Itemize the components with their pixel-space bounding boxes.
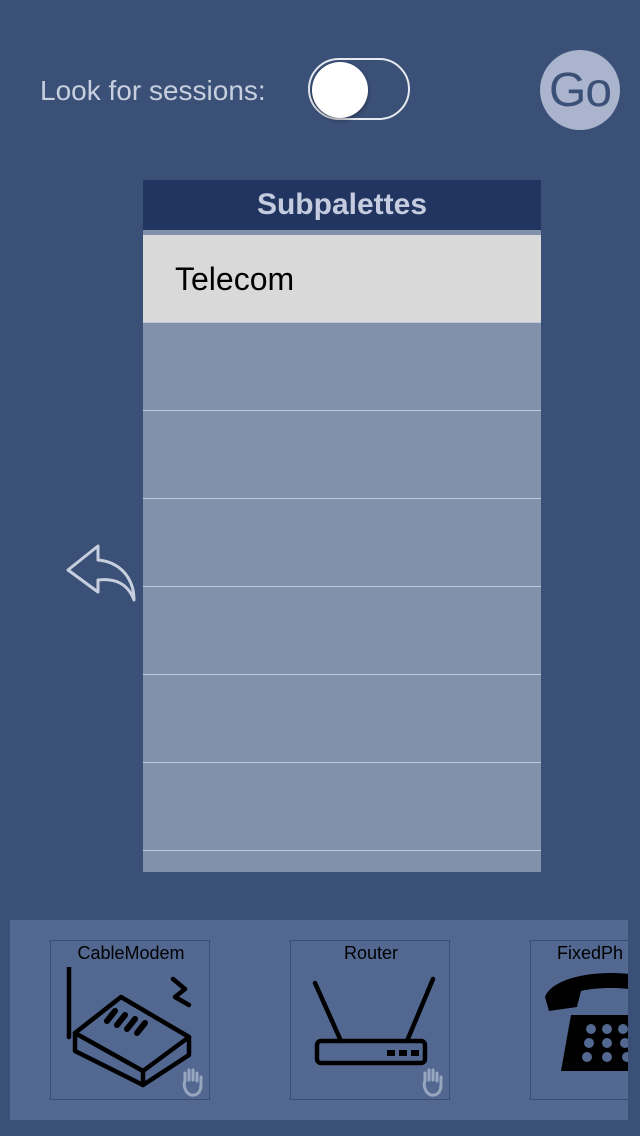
subpalettes-list: Subpalettes Telecom — [143, 180, 541, 872]
list-item[interactable]: Telecom — [143, 235, 541, 323]
palette-item-router[interactable]: Router — [290, 940, 450, 1100]
subpalettes-header: Subpalettes — [143, 180, 541, 230]
toggle-knob — [312, 62, 368, 118]
palette-item-label: FixedPh — [557, 943, 624, 963]
back-arrow-icon[interactable] — [64, 540, 138, 604]
drag-hand-icon — [422, 1068, 443, 1097]
go-button[interactable]: Go — [540, 50, 620, 130]
list-item[interactable] — [143, 851, 541, 872]
fixed-phone-icon — [545, 973, 628, 1071]
palette-item-label: Router — [343, 943, 399, 963]
list-item[interactable] — [143, 763, 541, 851]
look-for-sessions-toggle[interactable] — [308, 58, 410, 120]
palette-item-label: CableModem — [77, 943, 185, 963]
palette-item-cable-modem[interactable]: CableModem — [50, 940, 210, 1100]
look-for-sessions-label: Look for sessions: — [40, 75, 266, 106]
palette-bar: CableModem Router FixedPh — [10, 920, 628, 1120]
list-item[interactable] — [143, 499, 541, 587]
palette-item-fixed-phone[interactable]: FixedPh — [530, 940, 628, 1100]
list-item[interactable] — [143, 323, 541, 411]
drag-hand-icon — [182, 1068, 203, 1097]
list-item[interactable] — [143, 675, 541, 763]
list-item[interactable] — [143, 411, 541, 499]
list-item[interactable] — [143, 587, 541, 675]
